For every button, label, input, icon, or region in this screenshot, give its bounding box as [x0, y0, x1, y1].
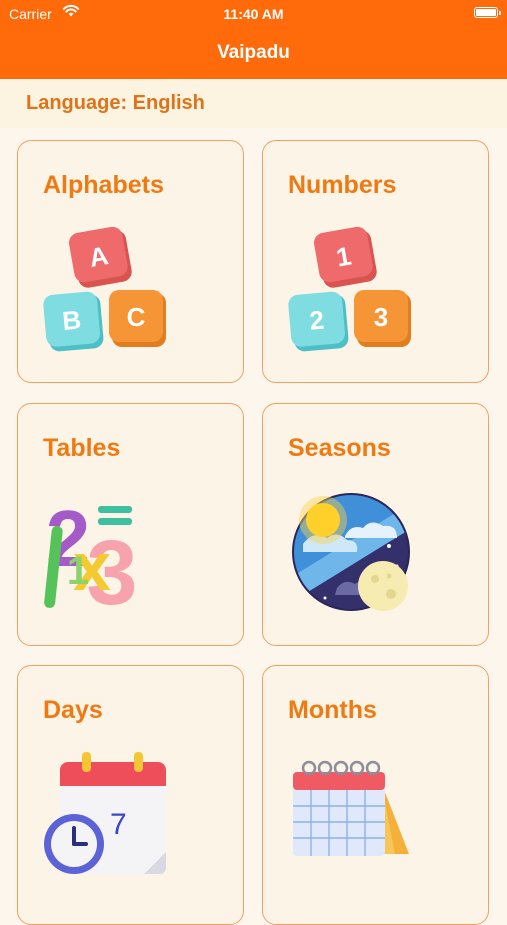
moon-icon [358, 561, 408, 611]
card-seasons[interactable]: Seasons [262, 403, 489, 646]
day-night-globe-icon [292, 493, 410, 611]
card-title: Days [43, 696, 103, 724]
desk-calendar-icon [293, 760, 409, 856]
block-digit: 3 [374, 302, 388, 332]
date-number: 7 [110, 808, 127, 841]
abc-blocks-icon: A B C [43, 226, 166, 352]
card-alphabets[interactable]: Alphabets A B C [17, 140, 244, 383]
digit-one: 1 [67, 549, 89, 593]
card-title: Months [288, 696, 377, 724]
card-months[interactable]: Months [262, 665, 489, 925]
language-selector[interactable]: Language: English [0, 79, 507, 128]
status-bar: Carrier 11:40 AM [0, 0, 507, 28]
calendar-clock-icon: 7 [44, 752, 166, 874]
card-title: Alphabets [43, 171, 164, 199]
card-title: Seasons [288, 434, 391, 462]
sun-icon [299, 496, 347, 544]
nav-title: Vaipadu [217, 42, 290, 63]
block-letter: B [61, 304, 82, 336]
language-label: Language: English [26, 92, 205, 114]
card-title: Numbers [288, 171, 397, 199]
math-tables-icon: 3 2 x 1 [44, 494, 138, 616]
block-letter: C [127, 302, 146, 332]
number-blocks-icon: 1 2 3 [288, 226, 411, 352]
card-title: Tables [43, 434, 121, 462]
block-digit: 2 [308, 305, 325, 336]
battery-icon [474, 7, 501, 18]
clock-icon [44, 814, 104, 874]
status-time: 11:40 AM [223, 6, 284, 22]
card-numbers[interactable]: Numbers 1 2 3 [262, 140, 489, 383]
nav-bar: Vaipadu [0, 28, 507, 79]
card-tables[interactable]: Tables 3 2 x 1 [17, 403, 244, 646]
card-days[interactable]: Days 7 [17, 665, 244, 925]
